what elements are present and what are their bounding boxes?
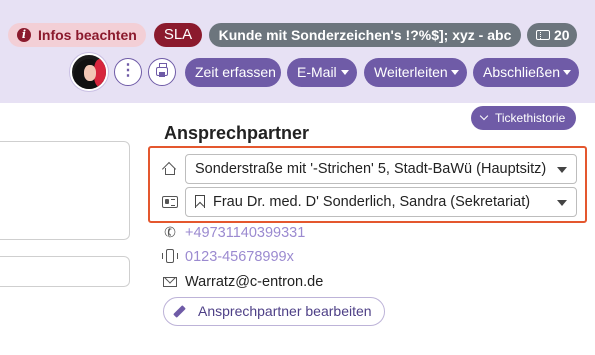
avatar-accent — [94, 59, 106, 87]
pencil-icon — [173, 305, 186, 318]
chevron-down-icon — [479, 111, 489, 121]
printer-icon — [156, 63, 168, 77]
phone-link[interactable]: +49731140399331 — [185, 225, 305, 241]
avatar[interactable] — [70, 53, 108, 91]
ticket-history-label: Tickethistorie — [495, 111, 566, 125]
infos-badge-label: Infos beachten — [38, 27, 137, 43]
edit-contact-label: Ansprechpartner bearbeiten — [198, 303, 372, 319]
close-label: Abschließen — [483, 64, 561, 80]
address-select[interactable]: Sonderstraße mit '-Strichen' 5, Stadt-Ba… — [185, 154, 577, 184]
chevron-down-icon — [557, 167, 567, 173]
bookmark-icon — [195, 195, 205, 208]
time-tracking-button[interactable]: Zeit erfassen — [185, 58, 281, 87]
email-dropdown-button[interactable]: E-Mail — [287, 58, 357, 87]
forward-dropdown-button[interactable]: Weiterleiten — [364, 58, 467, 87]
close-dropdown-button[interactable]: Abschließen — [473, 58, 579, 87]
contact-person-select[interactable]: Frau Dr. med. D' Sonderlich, Sandra (Sek… — [185, 187, 577, 217]
infos-badge[interactable]: i Infos beachten — [8, 23, 146, 47]
sla-badge: SLA — [154, 23, 202, 47]
chevron-down-icon — [563, 70, 571, 75]
more-options-button[interactable]: ⋮ — [114, 58, 142, 86]
ticket-count: 20 — [554, 27, 570, 43]
address-select-value: Sonderstraße mit '-Strichen' 5, Stadt-Ba… — [195, 161, 547, 177]
mail-icon — [162, 274, 178, 290]
customer-badge-label: Kunde mit Sonderzeichen's !?%$]; xyz - a… — [218, 27, 512, 43]
info-icon: i — [17, 28, 31, 42]
ticket-icon — [536, 30, 550, 40]
contact-person-value: Frau Dr. med. D' Sonderlich, Sandra (Sek… — [213, 194, 531, 210]
home-icon — [161, 161, 177, 177]
forward-label: Weiterleiten — [374, 64, 448, 80]
edit-contact-button[interactable]: Ansprechpartner bearbeiten — [163, 297, 385, 326]
ticket-history-button[interactable]: Tickethistorie — [471, 106, 576, 130]
mobile-icon — [162, 248, 178, 264]
chevron-down-icon — [557, 200, 567, 206]
chevron-down-icon — [451, 70, 459, 75]
chevron-down-icon — [341, 70, 349, 75]
text-input[interactable] — [0, 256, 130, 287]
print-button[interactable] — [148, 58, 176, 86]
time-tracking-label: Zeit erfassen — [195, 64, 276, 80]
email-label: E-Mail — [297, 64, 337, 80]
customer-badge[interactable]: Kunde mit Sonderzeichen's !?%$]; xyz - a… — [209, 23, 521, 47]
ticket-header: i Infos beachten SLA Kunde mit Sonderzei… — [0, 0, 595, 103]
mobile-link[interactable]: 0123-45678999x — [185, 249, 294, 265]
more-icon: ⋮ — [120, 62, 136, 79]
phone-icon: ✆ — [161, 222, 179, 242]
email-address: Warratz@c-entron.de — [185, 274, 324, 290]
section-title: Ansprechpartner — [164, 123, 310, 143]
id-card-icon — [162, 196, 178, 208]
description-textarea[interactable] — [0, 141, 130, 240]
avatar-face — [84, 65, 96, 81]
sla-badge-label: SLA — [163, 26, 193, 43]
ticket-count-badge[interactable]: 20 — [527, 23, 577, 47]
